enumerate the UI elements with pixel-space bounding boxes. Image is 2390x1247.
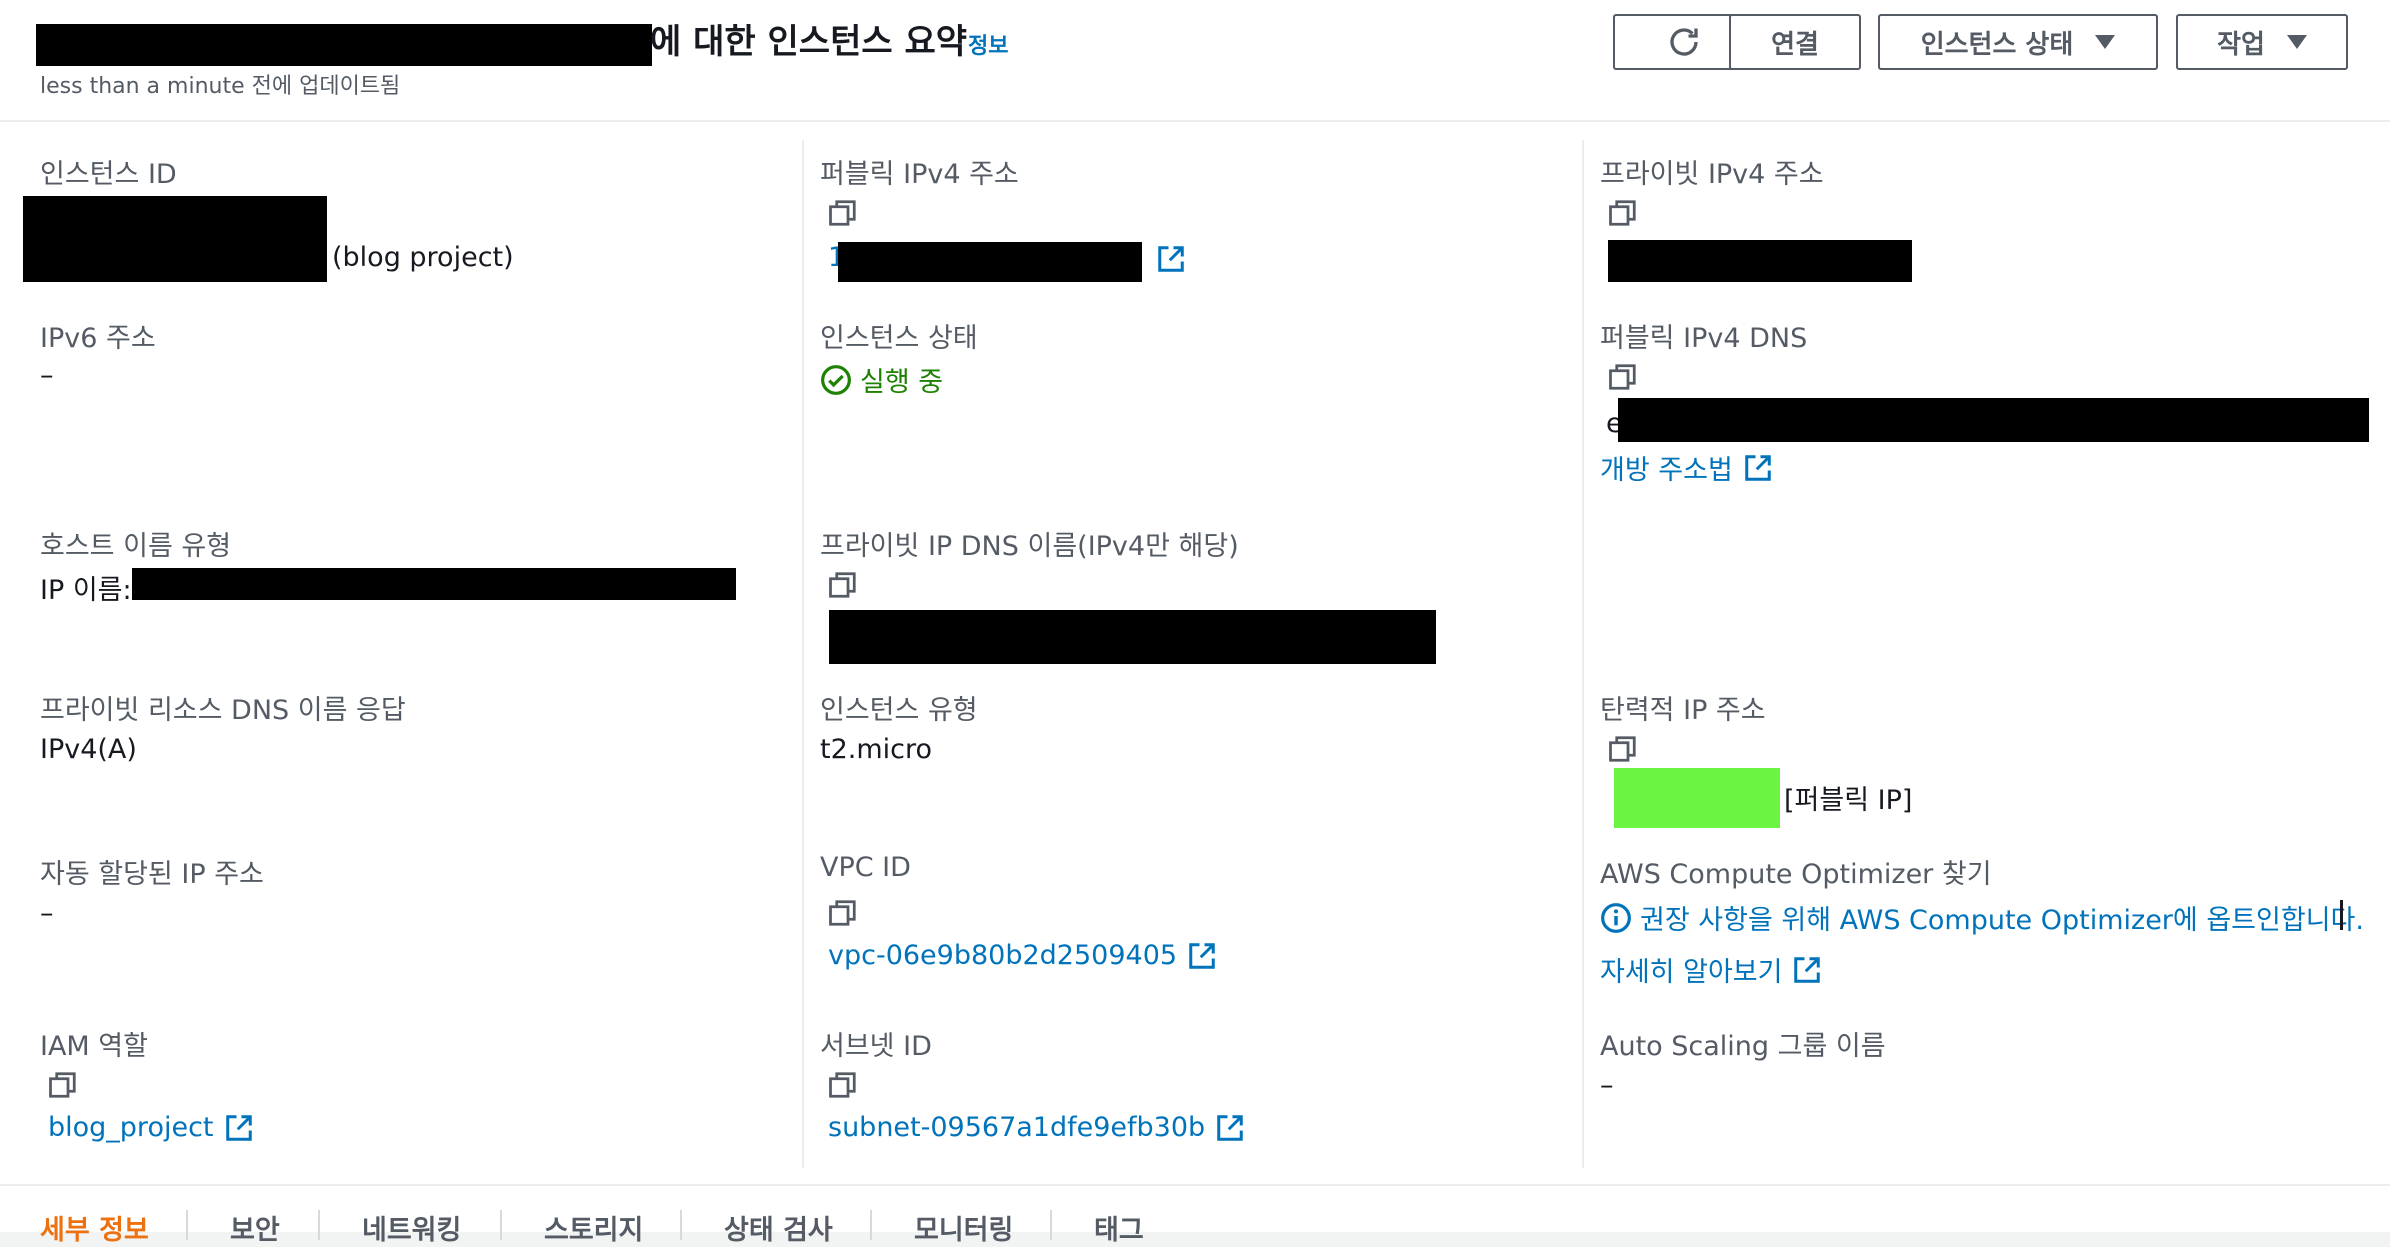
column-divider xyxy=(802,140,804,1168)
compute-optimizer-label: AWS Compute Optimizer 찾기 xyxy=(1600,859,1992,890)
tab-tags[interactable]: 태그 xyxy=(1094,1208,1144,1247)
private-ip-dns-label: 프라이빗 IP DNS 이름(IPv4만 해당) xyxy=(820,531,1239,562)
copy-icon[interactable] xyxy=(48,1070,78,1100)
info-link[interactable]: 정보 xyxy=(968,28,1008,60)
details-tabs: 세부 정보 보안 네트워킹 스토리지 상태 검사 모니터링 태그 xyxy=(0,1184,2390,1246)
copy-icon[interactable] xyxy=(1608,362,1638,392)
iam-role-label: IAM 역할 xyxy=(40,1031,148,1062)
instance-id-label: 인스턴스 ID xyxy=(40,159,177,190)
redacted-instance-id xyxy=(23,196,327,282)
ipv6-value: – xyxy=(40,360,54,391)
tab-divider xyxy=(500,1210,502,1240)
highlighted-elastic-ip xyxy=(1614,768,1780,828)
instance-type-value: t2.micro xyxy=(820,734,933,765)
elastic-ip-label: 탄력적 IP 주소 xyxy=(1600,695,1766,726)
connect-button-label: 연결 xyxy=(1771,29,1819,60)
vpc-id-label: VPC ID xyxy=(820,852,911,883)
hostname-type-label: 호스트 이름 유형 xyxy=(40,531,232,562)
subnet-id-link[interactable]: subnet-09567a1dfe9efb30b xyxy=(828,1112,1245,1143)
learn-more-label: 자세히 알아보기 xyxy=(1600,957,1783,988)
caret-down-icon xyxy=(2095,35,2116,49)
vpc-id-value: vpc-06e9b80b2d2509405 xyxy=(828,940,1178,971)
caret-down-icon xyxy=(2286,35,2307,49)
check-circle-icon xyxy=(821,364,851,395)
instance-type-label: 인스턴스 유형 xyxy=(820,695,978,726)
redacted-hostname xyxy=(132,568,736,600)
redacted-public-dns xyxy=(1618,398,2369,442)
redacted-private-ip-dns xyxy=(829,610,1436,664)
public-ipv4-label: 퍼블릭 IPv4 주소 xyxy=(820,159,1019,190)
copy-icon[interactable] xyxy=(828,1070,858,1100)
vpc-id-link[interactable]: vpc-06e9b80b2d2509405 xyxy=(828,940,1217,971)
tab-security[interactable]: 보안 xyxy=(230,1208,280,1247)
compute-optimizer-opt-in-text: 권장 사항을 위해 AWS Compute Optimizer에 옵트인합니다. xyxy=(1640,905,2364,936)
hostname-type-prefix: IP 이름: xyxy=(40,575,132,606)
instance-state-value: 실행 중 xyxy=(860,367,944,398)
copy-icon[interactable] xyxy=(828,198,858,228)
open-address-link[interactable]: 개방 주소법 xyxy=(1600,448,1773,487)
compute-optimizer-opt-in-link[interactable]: 권장 사항을 위해 AWS Compute Optimizer에 옵트인합니다. xyxy=(1600,898,2364,937)
actions-dropdown-label: 작업 xyxy=(2217,29,2265,60)
tab-networking[interactable]: 네트워킹 xyxy=(362,1208,461,1247)
copy-icon[interactable] xyxy=(1608,198,1638,228)
page-title: 에 대한 인스턴스 요약 xyxy=(650,22,968,62)
info-icon xyxy=(1601,902,1631,933)
tab-status-checks[interactable]: 상태 검사 xyxy=(724,1208,833,1247)
refresh-icon xyxy=(1670,28,1698,56)
subnet-id-value: subnet-09567a1dfe9efb30b xyxy=(828,1112,1206,1143)
copy-icon[interactable] xyxy=(1608,734,1638,764)
redacted-private-ipv4 xyxy=(1608,240,1912,282)
public-dns-label: 퍼블릭 IPv4 DNS xyxy=(1600,323,1808,354)
auto-assigned-ip-value: – xyxy=(40,898,54,929)
tab-details[interactable]: 세부 정보 xyxy=(40,1208,149,1247)
last-updated-text: less than a minute 전에 업데이트됨 xyxy=(40,74,401,99)
instance-id-name-tag: (blog project) xyxy=(332,242,514,273)
learn-more-link[interactable]: 자세히 알아보기 xyxy=(1600,950,1822,989)
instance-state-running: 실행 중 xyxy=(820,360,943,399)
auto-assigned-ip-label: 자동 할당된 IP 주소 xyxy=(40,859,264,890)
iam-role-value: blog_project xyxy=(48,1112,214,1143)
external-link-icon xyxy=(1745,454,1771,481)
connect-button[interactable]: 연결 xyxy=(1729,14,1861,70)
tab-divider xyxy=(680,1210,682,1240)
external-link-icon[interactable] xyxy=(1156,244,1186,274)
ipv6-label: IPv6 주소 xyxy=(40,323,156,354)
elastic-ip-suffix: [퍼블릭 IP] xyxy=(1784,785,1913,816)
tab-divider xyxy=(1050,1210,1052,1240)
column-divider xyxy=(1582,140,1584,1168)
tab-divider xyxy=(318,1210,320,1240)
iam-role-link[interactable]: blog_project xyxy=(48,1112,254,1143)
external-link-icon xyxy=(225,1114,252,1141)
instance-state-dropdown[interactable]: 인스턴스 상태 xyxy=(1878,14,2158,70)
actions-dropdown[interactable]: 작업 xyxy=(2176,14,2348,70)
external-link-icon xyxy=(1217,1114,1243,1141)
copy-icon[interactable] xyxy=(828,898,858,928)
private-dns-answer-value: IPv4(A) xyxy=(40,734,137,765)
page-header: 에 대한 인스턴스 요약 정보 less than a minute 전에 업데… xyxy=(0,0,2390,122)
auto-scaling-group-label: Auto Scaling 그룹 이름 xyxy=(1600,1031,1886,1062)
auto-scaling-group-value: – xyxy=(1600,1070,1614,1101)
instance-state-label: 인스턴스 상태 xyxy=(820,323,978,354)
subnet-id-label: 서브넷 ID xyxy=(820,1031,932,1062)
redacted-public-ipv4 xyxy=(838,242,1142,282)
private-ipv4-label: 프라이빗 IPv4 주소 xyxy=(1600,159,1824,190)
private-dns-answer-label: 프라이빗 리소스 DNS 이름 응답 xyxy=(40,695,406,726)
tab-divider xyxy=(870,1210,872,1240)
open-address-label: 개방 주소법 xyxy=(1600,455,1733,486)
external-link-icon xyxy=(1794,956,1821,983)
external-link-icon xyxy=(1189,942,1215,969)
copy-icon[interactable] xyxy=(828,570,858,600)
tab-divider xyxy=(186,1210,188,1240)
text-cursor xyxy=(2340,900,2343,930)
redacted-instance-name xyxy=(36,24,652,66)
tab-monitoring[interactable]: 모니터링 xyxy=(914,1208,1013,1247)
instance-state-dropdown-label: 인스턴스 상태 xyxy=(1920,29,2074,60)
tab-storage[interactable]: 스토리지 xyxy=(544,1208,643,1247)
